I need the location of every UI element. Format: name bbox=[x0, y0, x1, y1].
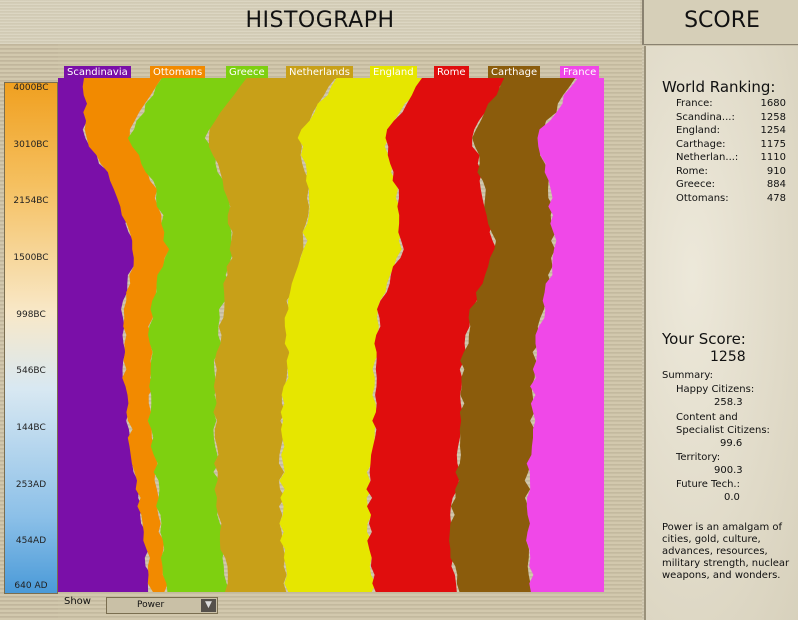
future-label: Future Tech.: bbox=[676, 479, 740, 490]
time-tick: 546BC bbox=[16, 366, 46, 376]
histograph-chart bbox=[58, 78, 604, 592]
happy-label: Happy Citizens: bbox=[676, 384, 755, 395]
time-tick: 1500BC bbox=[13, 253, 49, 263]
ranking-score: 1110 bbox=[760, 152, 786, 163]
show-dropdown-value: Power bbox=[137, 600, 165, 610]
ranking-name: Greece: bbox=[676, 179, 715, 190]
score-panel: World Ranking: France: 1680 Scandina...: 12… bbox=[644, 46, 798, 620]
time-tick: 2154BC bbox=[13, 196, 49, 206]
territory-value: 900.3 bbox=[714, 465, 743, 476]
histograph-header: HISTOGRAPH bbox=[0, 0, 640, 45]
ranking-name: Carthage: bbox=[676, 138, 726, 150]
happy-value: 258.3 bbox=[714, 397, 743, 408]
content-label-2: Specialist Citizens: bbox=[676, 425, 770, 436]
ranking-name: France: bbox=[676, 98, 713, 109]
time-tick: 3010BC bbox=[13, 140, 49, 150]
histograph-title: HISTOGRAPH bbox=[245, 8, 395, 33]
summary-label: Summary: bbox=[662, 370, 713, 381]
power-description: Power is an amalgam of cities, gold, cul… bbox=[662, 522, 790, 581]
territory-label: Territory: bbox=[676, 452, 721, 463]
time-tick: 253AD bbox=[15, 480, 47, 490]
ranking-name: Netherlan...: bbox=[676, 152, 739, 163]
time-tick: 4000BC bbox=[13, 83, 49, 93]
score-header: SCORE bbox=[642, 0, 798, 45]
your-score-title: Your Score: bbox=[662, 330, 746, 348]
time-scale: 4000BC 3010BC 2154BC 1500BC 998BC 546BC 144BC 2… bbox=[4, 82, 58, 594]
time-tick: 454AD bbox=[15, 536, 47, 546]
time-tick: 144BC bbox=[16, 423, 46, 433]
ranking-name: England: bbox=[676, 125, 720, 136]
ranking-name: Ottomans: bbox=[676, 192, 729, 204]
ranking-name: Rome: bbox=[676, 165, 708, 177]
ranking-score: 1680 bbox=[760, 98, 786, 109]
world-ranking-title: World Ranking: bbox=[662, 78, 776, 96]
content-value: 99.6 bbox=[720, 438, 743, 449]
chevron-down-icon[interactable]: ▼ bbox=[201, 599, 216, 612]
ranking-name: Scandina...: bbox=[676, 111, 735, 123]
show-label: Show bbox=[64, 596, 91, 607]
ranking-score: 884 bbox=[766, 179, 786, 190]
ranking-score: 1254 bbox=[760, 125, 786, 136]
ranking-score: 478 bbox=[766, 192, 786, 204]
ranking-score: 1258 bbox=[760, 111, 786, 123]
time-tick: 998BC bbox=[16, 310, 46, 320]
score-title: SCORE bbox=[684, 8, 760, 33]
show-dropdown[interactable]: Power ▼ bbox=[106, 597, 218, 614]
content-label-1: Content and bbox=[676, 412, 738, 423]
your-score-value: 1258 bbox=[710, 349, 746, 365]
future-value: 0.0 bbox=[724, 492, 740, 503]
time-tick: 640 AD bbox=[14, 581, 48, 591]
ranking-score: 1175 bbox=[760, 138, 786, 150]
ranking-score: 910 bbox=[766, 165, 786, 177]
